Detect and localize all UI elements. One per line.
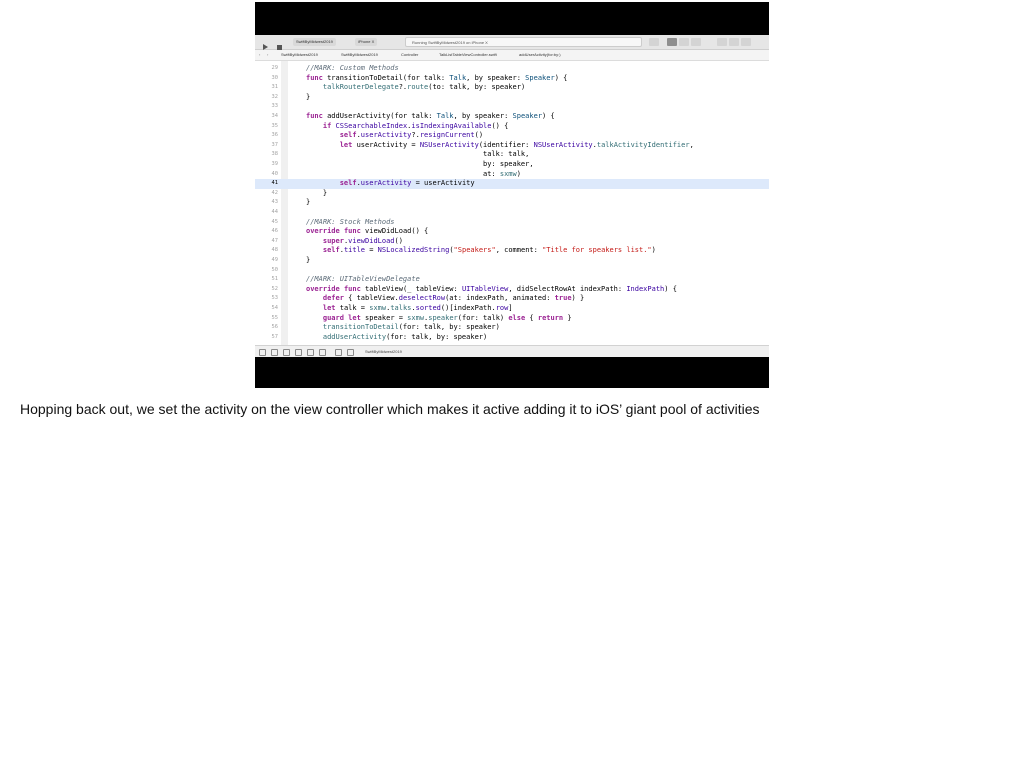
code-line: 36 self.userActivity?.resignCurrent(): [271, 131, 484, 140]
debug-target[interactable]: SwiftByMidwest2019: [365, 348, 402, 356]
forward-icon[interactable]: ›: [267, 50, 268, 60]
code-line: 46 override func viewDidLoad() {: [271, 227, 429, 236]
code-line: 40 at: sxmw): [271, 169, 521, 178]
inspector-toggle-icon[interactable]: [741, 38, 751, 46]
slide-caption: Hopping back out, we set the activity on…: [20, 401, 760, 417]
breadcrumb-group[interactable]: SwiftByMidwest2019: [341, 50, 378, 60]
debug-bar: SwiftByMidwest2019: [255, 345, 769, 357]
library-icon[interactable]: [649, 38, 659, 46]
code-line: 49}: [271, 256, 311, 264]
code-line: 30 func transitionToDetail(for talk: Talk…: [271, 73, 568, 82]
xcode-window: SwiftByMidwest2019 iPhone X Running Swif…: [255, 35, 769, 357]
scheme-selector[interactable]: SwiftByMidwest2019: [293, 38, 336, 46]
breadcrumb-project[interactable]: SwiftByMidwest2019: [281, 50, 318, 60]
code-line: 44: [271, 209, 279, 215]
code-line: 45//MARK: Stock Methods: [271, 217, 395, 226]
code-line: 55 guard let speaker = sxmw.speaker(for:…: [271, 313, 572, 322]
code-line: 53 defer { tableView.deselectRow(at: ind…: [271, 294, 585, 303]
breadcrumb-symbol[interactable]: addUserActivity(for:by:): [519, 50, 561, 60]
location-icon[interactable]: [347, 349, 354, 356]
code-line: 52 override func tableView(_ tableView: U…: [271, 284, 677, 293]
code-line: 47 super.viewDidLoad(): [271, 236, 403, 245]
toolbar: SwiftByMidwest2019 iPhone X Running Swif…: [255, 35, 769, 50]
code-line: 42 }: [271, 188, 328, 197]
code-line: 57 addUserActivity(for: talk, by: speake…: [271, 332, 488, 341]
breakpoints-icon[interactable]: [271, 349, 278, 356]
jump-bar: ‹ › SwiftByMidwest2019 SwiftByMidwest201…: [255, 50, 769, 61]
code-line: 48 self.title = NSLocalizedString("Speak…: [271, 246, 656, 255]
stop-icon[interactable]: [275, 38, 285, 50]
code-line: 43}: [271, 198, 311, 207]
hide-debug-area-icon[interactable]: [259, 349, 266, 356]
code-line: 33: [271, 103, 279, 110]
code-editor[interactable]: 29//MARK: Custom Methods 30 func transiti…: [255, 61, 769, 345]
breadcrumb-folder[interactable]: Controller: [401, 50, 418, 60]
navigator-toggle-icon[interactable]: [717, 38, 727, 46]
debug-toggle-icon[interactable]: [729, 38, 739, 46]
editor-assistant-icon[interactable]: [679, 38, 689, 46]
code-line: 50: [271, 266, 279, 273]
step-out-icon[interactable]: [319, 349, 326, 356]
code-line: 56 transitionToDetail(for: talk, by: spe…: [271, 323, 500, 332]
run-icon[interactable]: [261, 38, 271, 50]
editor-version-icon[interactable]: [691, 38, 701, 46]
slide-frame: SwiftByMidwest2019 iPhone X Running Swif…: [255, 2, 769, 388]
code-line: 37 let userActivity = NSUserActivity(ide…: [271, 140, 694, 149]
back-icon[interactable]: ‹: [259, 50, 260, 60]
code-line-current: 41 self.userActivity = userActivity: [255, 179, 769, 189]
breadcrumb-file[interactable]: TalkListTableViewController.swift: [439, 50, 497, 60]
editor-standard-icon[interactable]: [667, 38, 677, 46]
debug-view-hierarchy-icon[interactable]: [335, 349, 342, 356]
code-line: 39 by: speaker,: [271, 160, 534, 168]
step-over-icon[interactable]: [295, 349, 302, 356]
code-line: 32}: [271, 92, 311, 101]
code-line: 35 if CSSearchableIndex.isIndexingAvaila…: [271, 121, 509, 130]
code-line: 31 talkRouterDelegate?.route(to: talk, b…: [271, 83, 526, 92]
code-line: 29//MARK: Custom Methods: [271, 64, 399, 72]
device-selector[interactable]: iPhone X: [355, 38, 378, 46]
code-line: 34 func addUserActivity(for talk: Talk, b…: [271, 112, 555, 120]
code-line: 38 talk: talk,: [271, 150, 530, 159]
code-line: 51//MARK: UITableViewDelegate: [271, 275, 420, 284]
pause-icon[interactable]: [283, 349, 290, 356]
code-line: 54 let talk = sxmw.talks.sorted()[indexP…: [271, 304, 513, 312]
activity-status: Running SwiftByMidwest2019 on iPhone X: [405, 37, 642, 47]
step-in-icon[interactable]: [307, 349, 314, 356]
